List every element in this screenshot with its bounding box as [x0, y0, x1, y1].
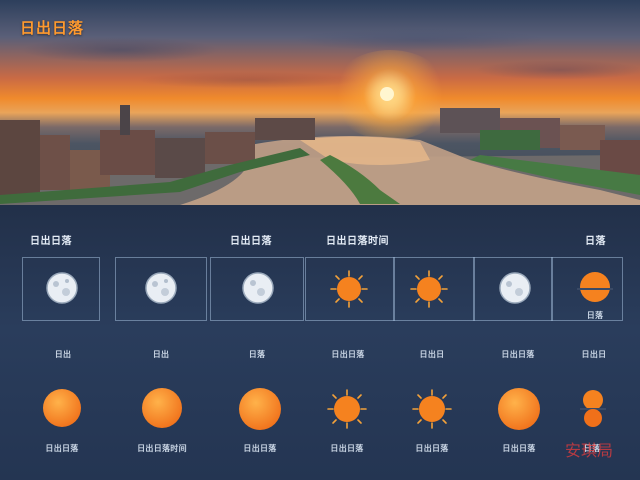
- time-caption: 日出日落: [45, 444, 79, 453]
- time-caption: 日出日落: [243, 444, 277, 453]
- watermark: 安琪局: [565, 443, 614, 460]
- time-caption: 日出日落时间: [137, 444, 187, 453]
- section-header-3: 日出日落时间: [326, 236, 389, 247]
- moon-icon: [46, 272, 78, 304]
- section-header-2: 日出日落: [230, 236, 272, 247]
- time-caption: 日出日落: [502, 444, 536, 453]
- city-skyline-image: [0, 105, 640, 205]
- time-label: 日出: [152, 350, 170, 359]
- time-caption: 日出日落: [330, 444, 364, 453]
- moon-icon: [145, 272, 177, 304]
- sun-icon: [410, 270, 448, 308]
- sun-icon: [412, 389, 452, 429]
- time-label: 日出日: [419, 350, 445, 359]
- hero-clouds: [0, 10, 640, 90]
- sun-icon: [327, 389, 367, 429]
- sun-times-panel: [0, 205, 640, 480]
- sunset-icon: [580, 390, 606, 427]
- sun-disc-icon: [498, 388, 540, 430]
- sunset-caption: 日落: [586, 311, 604, 320]
- sun-disc-icon: [239, 388, 281, 430]
- section-header-4: 日落: [585, 236, 606, 247]
- time-label: 日出日: [581, 350, 607, 359]
- time-label: 日出: [54, 350, 72, 359]
- time-label: 日出日落: [331, 350, 365, 359]
- time-caption: 日出日落: [415, 444, 449, 453]
- time-label: 日出日落: [501, 350, 535, 359]
- sun-disc-icon: [142, 388, 182, 428]
- setting-sun: [380, 87, 394, 101]
- sun-disc-icon: [43, 389, 81, 427]
- page-title: 日出日落: [20, 20, 85, 37]
- sun-icon: [330, 270, 368, 308]
- hero-banner: 日出日落: [0, 0, 640, 205]
- moon-icon: [499, 272, 531, 304]
- section-header-1: 日出日落: [30, 236, 72, 247]
- moon-icon: [242, 272, 274, 304]
- time-label: 日落: [248, 350, 266, 359]
- sunset-icon: [577, 272, 613, 302]
